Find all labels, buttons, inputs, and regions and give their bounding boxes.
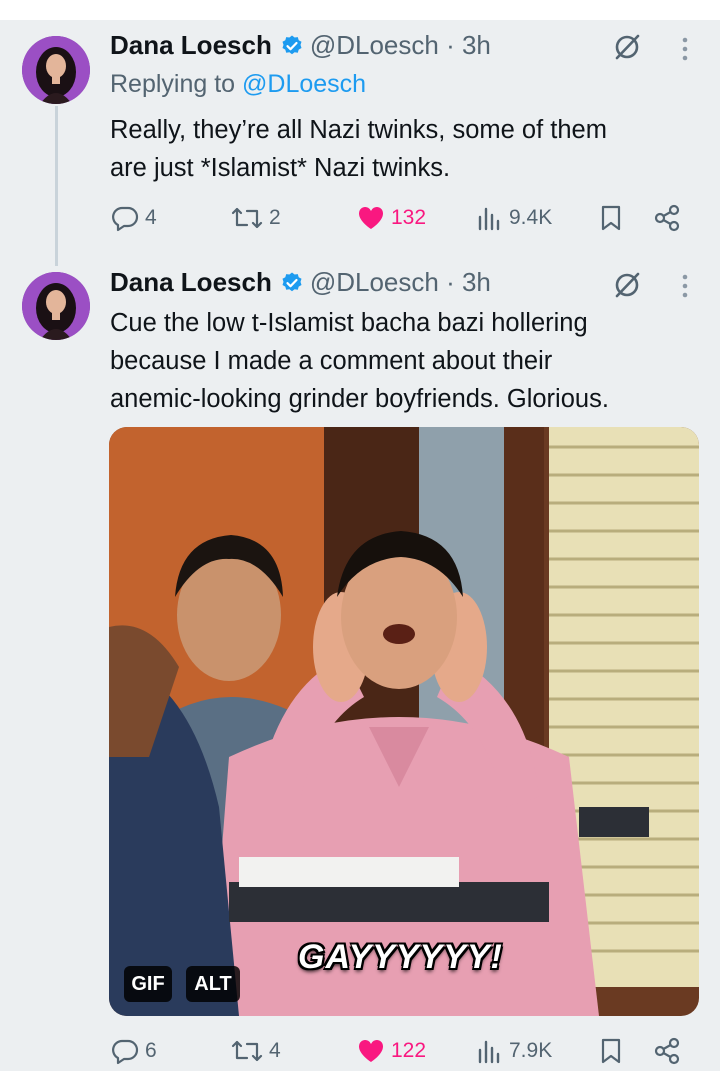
author-handle[interactable]: @DLoesch bbox=[310, 267, 439, 298]
views-count: 7.9K bbox=[509, 1039, 553, 1062]
reply-count: 6 bbox=[145, 1039, 157, 1062]
heart-icon bbox=[358, 206, 384, 229]
author-name[interactable]: Dana Loesch bbox=[110, 30, 272, 61]
avatar[interactable] bbox=[22, 272, 90, 340]
like-count: 132 bbox=[391, 206, 427, 229]
separator-dot: · bbox=[438, 30, 462, 60]
tweet-gif[interactable]: GAYYYYYY! bbox=[109, 427, 699, 1016]
bookmark-button[interactable] bbox=[596, 1031, 626, 1071]
tweet-text: Cue the low t-Islamist bacha bazi holler… bbox=[110, 309, 609, 413]
tweet-header: Dana Loesch @DLoesch · 3h bbox=[110, 267, 491, 298]
repost-icon bbox=[231, 207, 263, 229]
author-name[interactable]: Dana Loesch bbox=[110, 267, 272, 298]
like-button[interactable]: 132 bbox=[356, 198, 426, 238]
tweet-header: Dana Loesch @DLoesch · 3h bbox=[110, 30, 491, 61]
repost-count: 2 bbox=[269, 206, 281, 229]
gif-badge: GIF bbox=[124, 966, 172, 1002]
gif-image bbox=[109, 427, 699, 1016]
share-button[interactable] bbox=[652, 1031, 682, 1071]
like-count: 122 bbox=[391, 1039, 427, 1062]
heart-icon bbox=[358, 1039, 384, 1062]
replying-mention[interactable]: @DLoesch bbox=[242, 70, 366, 98]
action-bar: 6 4 122 7.9K bbox=[110, 1031, 690, 1071]
timestamp[interactable]: 3h bbox=[462, 30, 491, 61]
repost-button[interactable]: 2 bbox=[230, 198, 281, 238]
thread-line bbox=[55, 106, 58, 266]
share-icon bbox=[654, 1037, 680, 1065]
timestamp[interactable]: 3h bbox=[462, 267, 491, 298]
repost-button[interactable]: 4 bbox=[230, 1031, 281, 1071]
more-vertical-icon[interactable] bbox=[680, 273, 690, 301]
action-bar: 4 2 132 9.4K bbox=[110, 198, 690, 238]
verified-badge-icon bbox=[282, 35, 302, 54]
share-icon bbox=[654, 204, 680, 232]
reply-icon bbox=[112, 1039, 139, 1065]
views-button[interactable]: 9.4K bbox=[474, 198, 552, 238]
gif-caption: GAYYYYYY! bbox=[298, 938, 503, 976]
alt-badge[interactable]: ALT bbox=[186, 966, 240, 1002]
replying-to: Replying to @DLoesch bbox=[110, 70, 366, 99]
repost-icon bbox=[231, 1040, 263, 1062]
reply-button[interactable]: 6 bbox=[110, 1031, 157, 1071]
separator-dot: · bbox=[438, 267, 462, 297]
reply-count: 4 bbox=[145, 206, 157, 229]
verified-badge-icon bbox=[282, 272, 302, 291]
views-button[interactable]: 7.9K bbox=[474, 1031, 552, 1071]
bookmark-icon bbox=[601, 1038, 621, 1064]
avatar[interactable] bbox=[22, 36, 90, 104]
more-vertical-icon[interactable] bbox=[680, 36, 690, 64]
share-button[interactable] bbox=[652, 198, 682, 238]
reply-button[interactable]: 4 bbox=[110, 198, 157, 238]
grok-icon[interactable] bbox=[612, 32, 642, 62]
replying-label: Replying to bbox=[110, 70, 243, 98]
author-handle[interactable]: @DLoesch bbox=[310, 30, 439, 61]
bookmark-icon bbox=[601, 205, 621, 231]
views-icon bbox=[478, 207, 500, 231]
repost-count: 4 bbox=[269, 1039, 281, 1062]
grok-icon[interactable] bbox=[612, 270, 642, 300]
top-strip bbox=[0, 0, 720, 20]
bookmark-button[interactable] bbox=[596, 198, 626, 238]
views-count: 9.4K bbox=[509, 206, 553, 229]
tweet-text: Really, they’re all Nazi twinks, some of… bbox=[110, 116, 607, 182]
like-button[interactable]: 122 bbox=[356, 1031, 426, 1071]
reply-icon bbox=[112, 206, 139, 232]
views-icon bbox=[478, 1040, 500, 1064]
